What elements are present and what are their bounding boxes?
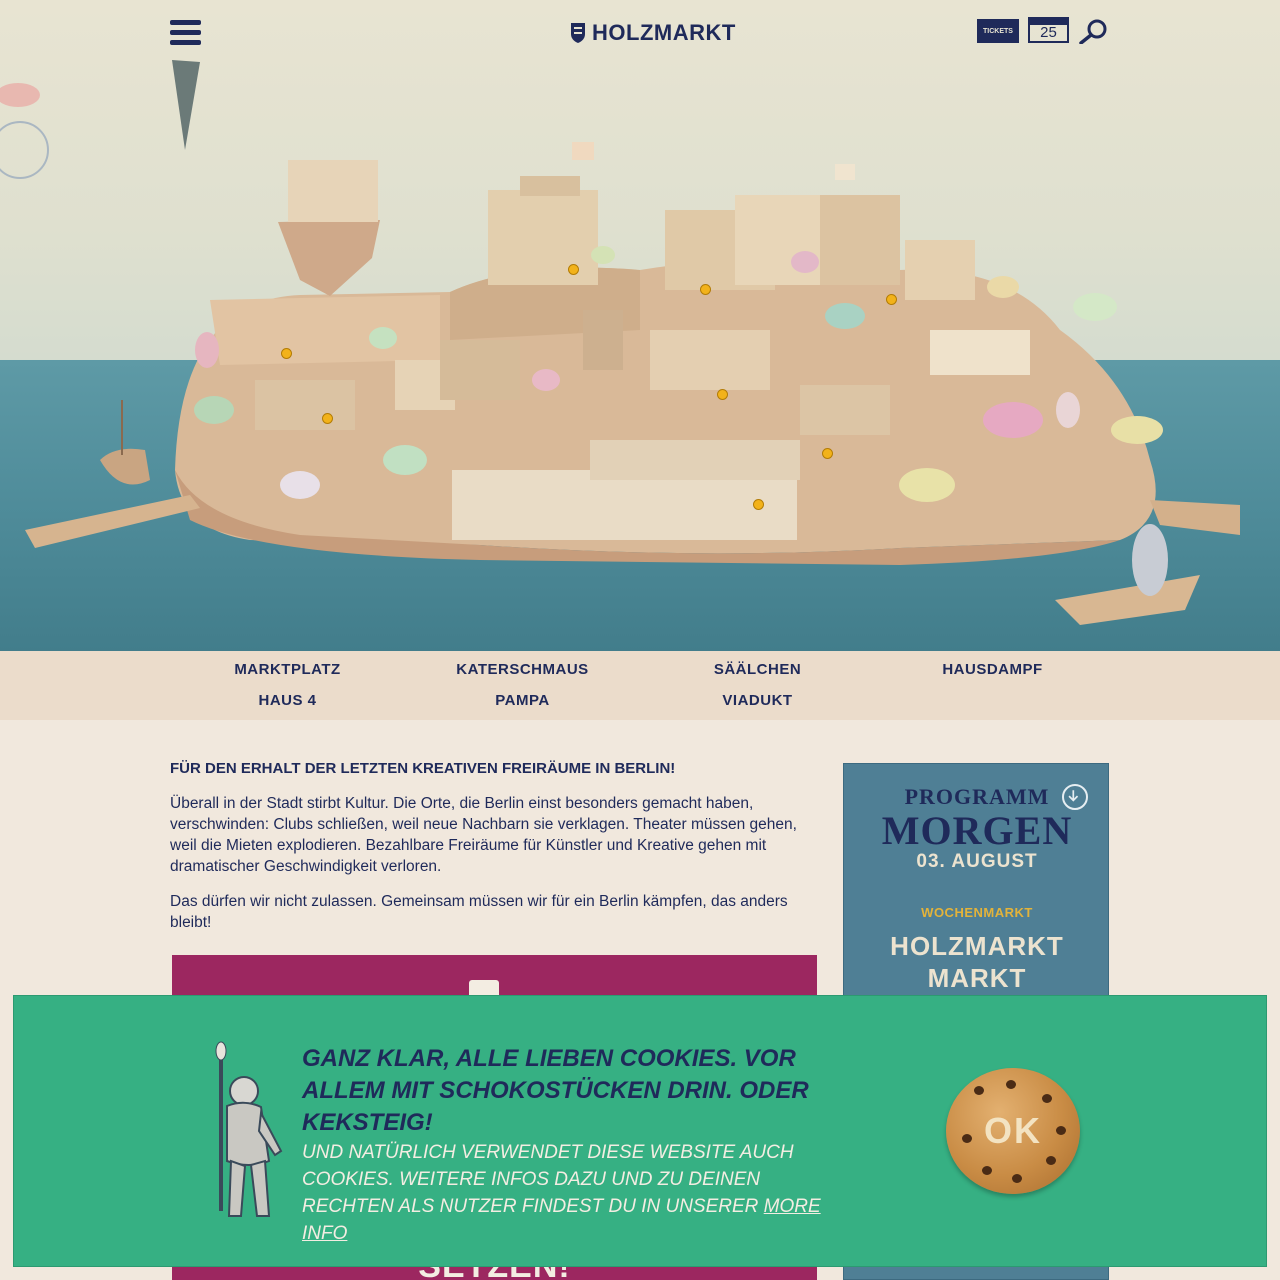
hotspot-marker[interactable] bbox=[753, 499, 764, 510]
hero-island-illustration: HOLZMARKT TICKETS 25 bbox=[0, 0, 1280, 651]
logo-text: HOLZMARKT bbox=[592, 20, 736, 45]
top-bar: HOLZMARKT TICKETS 25 bbox=[0, 0, 1280, 70]
area-link-marktplatz[interactable]: MARKTPLATZ bbox=[170, 661, 405, 678]
hotspot-marker[interactable] bbox=[822, 448, 833, 459]
call-to-action-paragraph: Das dürfen wir nicht zulassen. Gemeinsam… bbox=[170, 893, 788, 931]
island-illustration bbox=[0, 60, 1240, 625]
calendar-day: 25 bbox=[1040, 24, 1057, 41]
area-link-saalchen[interactable]: SÄÄLCHEN bbox=[640, 661, 875, 678]
calendar-icon[interactable]: 25 bbox=[1028, 17, 1069, 43]
area-link-haus-4[interactable]: HAUS 4 bbox=[170, 692, 405, 709]
hotspot-marker[interactable] bbox=[322, 413, 333, 424]
hotspot-marker[interactable] bbox=[281, 348, 292, 359]
cookie-body-text: UND NATÜRLICH VERWENDET DIESE WEBSITE AU… bbox=[302, 1139, 822, 1247]
hotspot-marker[interactable] bbox=[717, 389, 728, 400]
holzmarkt-logo[interactable]: HOLZMARKT bbox=[570, 18, 736, 48]
area-link-pampa[interactable]: PAMPA bbox=[405, 692, 640, 709]
program-day: MORGEN bbox=[881, 808, 1073, 853]
hamburger-menu-icon[interactable] bbox=[170, 20, 201, 46]
area-navigation: MARKTPLATZ KATERSCHMAUS SÄÄLCHEN HAUSDAM… bbox=[0, 651, 1280, 720]
hotspot-marker[interactable] bbox=[568, 264, 579, 275]
tickets-icon[interactable]: TICKETS bbox=[977, 19, 1019, 43]
cookie-body: UND NATÜRLICH VERWENDET DIESE WEBSITE AU… bbox=[302, 1142, 794, 1217]
area-link-katerschmaus[interactable]: KATERSCHMAUS bbox=[405, 661, 640, 678]
hotspot-marker[interactable] bbox=[886, 294, 897, 305]
event-title-line-1: HOLZMARKT bbox=[890, 931, 1064, 961]
tickets-label: TICKETS bbox=[983, 27, 1013, 35]
ok-label: OK bbox=[984, 1110, 1042, 1151]
cookie-consent-banner: GANZ KLAR, ALLE LIEBEN COOKIES. VOR ALLE… bbox=[13, 995, 1267, 1267]
cookie-ok-button[interactable]: OK bbox=[946, 1068, 1080, 1194]
event-title[interactable]: HOLZMARKT MARKT bbox=[844, 930, 1110, 994]
intro-paragraph: Überall in der Stadt stirbt Kultur. Die … bbox=[170, 795, 797, 875]
hotspot-marker[interactable] bbox=[700, 284, 711, 295]
page-headline: FÜR DEN ERHALT DER LETZTEN KREATIVEN FRE… bbox=[170, 760, 676, 777]
area-link-hausdampf[interactable]: HAUSDAMPF bbox=[875, 661, 1110, 678]
event-category: WOCHENMARKT bbox=[921, 905, 1033, 920]
shield-logo-icon bbox=[571, 23, 585, 43]
program-date: 03. AUGUST bbox=[916, 851, 1038, 872]
area-link-viadukt[interactable]: VIADUKT bbox=[640, 692, 875, 709]
robot-painter-illustration bbox=[215, 1041, 283, 1217]
event-title-line-2: MARKT bbox=[927, 963, 1027, 993]
search-icon[interactable] bbox=[1078, 18, 1110, 44]
main-content: FÜR DEN ERHALT DER LETZTEN KREATIVEN FRE… bbox=[170, 760, 815, 947]
cookie-heading: GANZ KLAR, ALLE LIEBEN COOKIES. VOR ALLE… bbox=[302, 1045, 809, 1136]
